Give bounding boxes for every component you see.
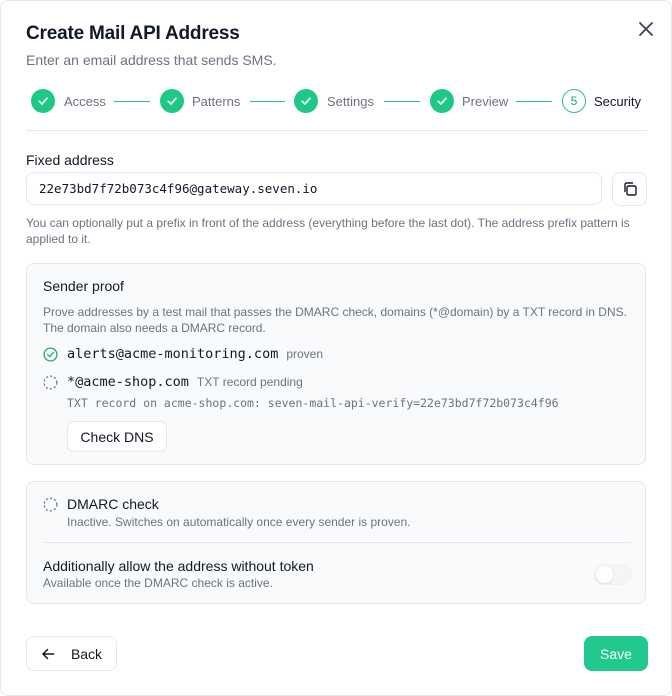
fixed-address-hint: You can optionally put a prefix in front… xyxy=(26,216,630,246)
stepper: Access Patterns Settings Preview 5 Secur… xyxy=(31,89,643,115)
arrow-left-icon xyxy=(42,648,55,659)
sender-status: proven xyxy=(286,347,324,361)
dmarc-description: Inactive. Switches on automatically once… xyxy=(67,515,411,529)
step-preview-check-icon[interactable] xyxy=(430,89,454,113)
sender-proof-title: Sender proof xyxy=(43,278,124,294)
allow-without-token-description: Available once the DMARC check is active… xyxy=(43,576,273,590)
step-security-label[interactable]: Security xyxy=(594,94,641,109)
back-label: Back xyxy=(70,645,103,662)
step-connector xyxy=(516,101,552,102)
sender-row: alerts@acme-monitoring.com proven xyxy=(43,344,323,364)
dmarc-title: DMARC check xyxy=(67,496,159,512)
fixed-address-label: Fixed address xyxy=(26,152,114,168)
allow-without-token-title: Additionally allow the address without t… xyxy=(43,558,314,574)
fixed-address-field[interactable]: 22e73bd7f72b073c4f96@gateway.seven.io xyxy=(26,172,602,205)
step-patterns-label[interactable]: Patterns xyxy=(192,94,240,109)
step-connector xyxy=(250,101,285,102)
step-access-label[interactable]: Access xyxy=(64,94,106,109)
toggle-knob xyxy=(596,566,613,583)
sender-status: TXT record pending xyxy=(196,375,303,389)
sender-row: *@acme-shop.com TXT record pending xyxy=(43,372,303,392)
check-dns-button[interactable]: Check DNS xyxy=(67,421,167,452)
step-settings-label[interactable]: Settings xyxy=(327,94,374,109)
dmarc-divider xyxy=(43,542,631,543)
step-security-number[interactable]: 5 xyxy=(562,89,586,113)
save-button[interactable]: Save xyxy=(584,636,648,671)
dmarc-card: DMARC check Inactive. Switches on automa… xyxy=(26,481,646,604)
pending-circle-icon xyxy=(43,496,58,512)
create-mail-api-dialog: Create Mail API Address Enter an email a… xyxy=(0,0,672,696)
step-settings-check-icon[interactable] xyxy=(294,89,318,113)
sender-address: *@acme-shop.com xyxy=(67,374,189,390)
copy-button[interactable] xyxy=(612,172,647,206)
step-preview-label[interactable]: Preview xyxy=(462,94,508,109)
txt-record-value: TXT record on acme-shop.com: seven-mail-… xyxy=(67,396,559,410)
step-access-check-icon[interactable] xyxy=(31,89,55,113)
sender-address: alerts@acme-monitoring.com xyxy=(67,346,279,362)
close-icon[interactable] xyxy=(635,18,657,40)
step-patterns-check-icon[interactable] xyxy=(160,89,184,113)
dialog-subtitle: Enter an email address that sends SMS. xyxy=(26,52,277,68)
dialog-title: Create Mail API Address xyxy=(26,23,240,44)
check-circle-icon xyxy=(43,346,58,362)
sender-proof-description: Prove addresses by a test mail that pass… xyxy=(43,305,627,335)
pending-circle-icon xyxy=(43,374,58,390)
step-connector xyxy=(384,101,420,102)
back-button[interactable]: Back xyxy=(26,636,117,671)
allow-without-token-toggle[interactable] xyxy=(594,564,632,585)
sender-proof-card: Sender proof Prove addresses by a test m… xyxy=(26,263,646,465)
step-connector xyxy=(114,101,150,102)
dmarc-row: DMARC check xyxy=(43,496,159,512)
copy-icon xyxy=(623,182,637,196)
section-divider xyxy=(26,130,647,131)
